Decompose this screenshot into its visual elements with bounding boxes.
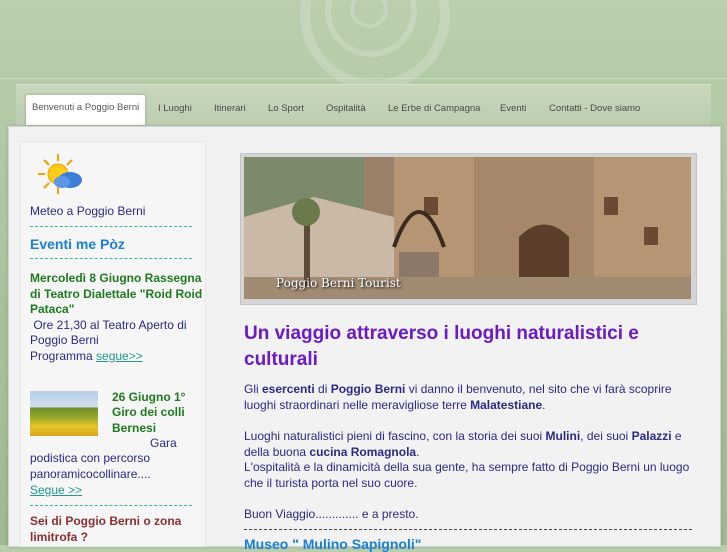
nav-item-ospitalita[interactable]: Ospitalità <box>326 96 366 121</box>
main-navigation: Benvenuti a Poggio Berni I Luoghi Itiner… <box>16 84 711 127</box>
intro-paragraph: Gli esercenti di Poggio Berni vi danno i… <box>244 381 694 413</box>
sidebar-divider <box>30 505 192 506</box>
event1-body: Programma segue>> <box>30 349 143 364</box>
places-paragraph: Luoghi naturalistici pieni di fascino, c… <box>244 428 694 460</box>
weather-link[interactable]: Meteo a Poggio Berni <box>30 204 145 219</box>
event2-title: Bernesi <box>112 421 157 435</box>
event1-program-label: Programma <box>30 349 93 363</box>
intro-bold: Malatestiane <box>470 398 543 412</box>
places-text: Luoghi naturalistici pieni di fascino, c… <box>244 429 546 443</box>
event2-body: podistica con percorso <box>30 451 151 465</box>
places-text: , dei suoi <box>580 429 632 443</box>
sidebar-divider <box>30 258 192 259</box>
places-bold: Mulini <box>545 429 581 443</box>
hospitality-paragraph: L'ospitalità e la dinamicità della sua g… <box>244 460 690 490</box>
sidebar-subheading: Sei di Poggio Berni o zona <box>30 514 182 528</box>
event1-body: Ore 21,30 al Teatro Aperto di <box>30 318 187 332</box>
sunflower-image[interactable] <box>30 391 98 436</box>
nav-item-eventi[interactable]: Eventi <box>500 96 526 121</box>
places-text: . <box>416 445 420 459</box>
intro-bold: esercenti <box>262 382 315 396</box>
page-title: Un viaggio attraverso i luoghi naturalis… <box>244 323 639 370</box>
sidebar-subheading: limitrofa ? <box>30 530 89 544</box>
photo-caption: Poggio Berni Tourist <box>276 276 401 290</box>
intro-text: . <box>542 398 546 412</box>
nav-item-erbe[interactable]: Le Erbe di Campagna <box>388 96 480 121</box>
intro-bold: Poggio Berni <box>330 382 406 396</box>
intro-text: Gli <box>244 382 262 396</box>
event1-more-link[interactable]: segue>> <box>96 349 143 363</box>
sidebar-divider <box>30 226 192 227</box>
event1-title: Pataca" <box>30 302 75 316</box>
nav-item-sport[interactable]: Lo Sport <box>268 96 304 121</box>
nav-item-contatti[interactable]: Contatti - Dove siamo <box>549 96 640 121</box>
intro-text: di <box>314 382 331 396</box>
nav-item-luoghi[interactable]: I Luoghi <box>158 96 192 121</box>
event2-body: panoramicocollinare.... <box>30 467 151 481</box>
event2-title: Giro dei colli <box>112 405 185 419</box>
header-divider <box>0 78 727 79</box>
places-bold: Palazzi <box>631 429 672 443</box>
closing-paragraph: Buon Viaggio............. e a presto. <box>244 507 419 521</box>
event1-body: Poggio Berni <box>30 333 99 347</box>
nav-item-itinerari[interactable]: Itinerari <box>214 96 246 121</box>
events-heading: Eventi me Pòz <box>30 236 125 252</box>
event2-title: 26 Giugno 1° <box>112 390 186 404</box>
content-divider <box>244 529 692 530</box>
event2-body: Gara <box>150 436 177 450</box>
event1-title: Mercoledì 8 Giugno Rassegna <box>30 271 202 285</box>
event1-title: di Teatro Dialettale "Roid Roid <box>30 287 203 301</box>
places-bold: cucina Romagnola <box>309 445 417 459</box>
nav-item-benvenuti[interactable]: Benvenuti a Poggio Berni <box>26 95 146 125</box>
museum-heading[interactable]: Museo " Mulino Sapignoli" <box>244 536 421 552</box>
sun-cloud-icon <box>38 154 82 194</box>
event2-more-link[interactable]: Segue >> <box>30 483 82 498</box>
